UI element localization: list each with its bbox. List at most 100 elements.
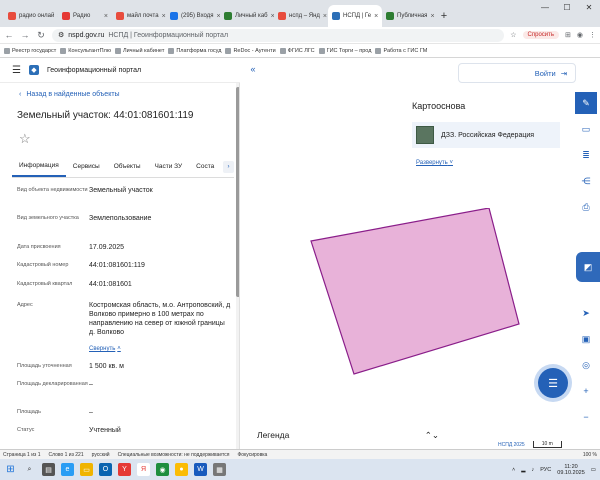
status-focus[interactable]: Фокусировка: [237, 452, 267, 458]
notifications-icon[interactable]: ▭: [591, 467, 596, 473]
input-language[interactable]: РУС: [540, 467, 551, 473]
network-icon[interactable]: ▂: [521, 467, 525, 473]
tab-services[interactable]: Сервисы: [66, 156, 107, 177]
edge-browser-icon[interactable]: e: [61, 463, 74, 476]
forward-arrow-icon[interactable]: →: [20, 30, 30, 40]
field-value: Костромская область, м.о. Антроповский, …: [89, 302, 231, 336]
locate-icon[interactable]: ➤: [575, 302, 597, 324]
task-view-icon[interactable]: ▤: [42, 463, 55, 476]
new-tab-icon[interactable]: +: [436, 5, 452, 27]
back-to-results-link[interactable]: ‹ Назад в найденные объекты: [19, 91, 120, 98]
url-page-title: НСПД | Геоинформационный портал: [108, 31, 229, 39]
field-value: Земельный участок: [89, 187, 153, 194]
field-label: Статус: [17, 427, 35, 433]
status-zoom[interactable]: 100 %: [583, 452, 597, 458]
menu-icon[interactable]: ⋮: [589, 31, 596, 39]
bookmark-item[interactable]: Реестр государст: [4, 47, 56, 54]
ruler-icon[interactable]: ▭: [575, 118, 597, 140]
url-field[interactable]: ⚙ nspd.gov.ru НСПД | Геоинформационный п…: [52, 28, 505, 42]
minimap-icon[interactable]: ▣: [575, 328, 597, 350]
basemap-option[interactable]: ДЗЗ. Российская Федерация: [412, 122, 560, 148]
scale-label: 10 m: [532, 441, 562, 448]
browser-tab[interactable]: Личный каб ×: [220, 5, 274, 27]
zoom-in-icon[interactable]: +: [575, 380, 597, 402]
bookmark-item[interactable]: Личный кабинет: [114, 47, 164, 54]
login-button[interactable]: Войти ⇥: [458, 63, 576, 83]
expand-basemaps-link[interactable]: Развернуть ˅: [416, 160, 453, 166]
reload-icon[interactable]: ↻: [36, 30, 46, 41]
extensions-icon[interactable]: ⊞: [565, 31, 571, 39]
browser-tab[interactable]: Публичная ×: [382, 5, 436, 27]
close-icon[interactable]: ✕: [578, 0, 600, 16]
layers-icon[interactable]: ≣: [575, 144, 597, 166]
bookmark-item[interactable]: Платформа госуд: [168, 47, 221, 54]
chat-icon[interactable]: ☰: [538, 368, 568, 398]
print-icon[interactable]: ⎙: [575, 196, 597, 218]
browser-tab[interactable]: (295) Входя ×: [166, 5, 220, 27]
tab-close-icon[interactable]: ×: [374, 13, 378, 20]
tab-information[interactable]: Информация: [12, 156, 66, 177]
edit-tool-icon[interactable]: ✎: [575, 92, 597, 114]
bookmark-favicon-icon: [114, 47, 121, 54]
tab-objects[interactable]: Объекты: [107, 156, 148, 177]
tab-parts[interactable]: Части ЗУ: [148, 156, 190, 177]
ask-button[interactable]: Спросить: [522, 31, 560, 39]
bookmark-label: Работа с ГИС ГМ: [383, 47, 428, 54]
tab-composition[interactable]: Соста: [189, 156, 221, 177]
site-info-icon[interactable]: ⚙: [58, 31, 64, 39]
maximize-icon[interactable]: ☐: [556, 0, 578, 16]
tab-favicon-icon: [62, 12, 70, 20]
right-toolbar-bottom: ➤ ▣ ◎ + −: [574, 302, 598, 432]
search-location-icon[interactable]: ◎: [575, 354, 597, 376]
zoom-out-icon[interactable]: −: [575, 406, 597, 428]
outlook-icon[interactable]: O: [99, 463, 112, 476]
gosuslugi-badge-icon[interactable]: ◩: [576, 252, 600, 282]
windows-taskbar: ⊞ ⌕ ▤ e ▭ O Y Я ◉ ● W ▦ ˄ ▂ ♪ РУС 11:20 …: [0, 459, 600, 480]
bookmark-item[interactable]: КонсультантПлю: [60, 47, 111, 54]
land-parcel-polygon[interactable]: [310, 208, 520, 378]
tray-chevron-icon[interactable]: ˄: [512, 467, 515, 473]
share-icon[interactable]: ⋲: [575, 170, 597, 192]
field-value: 1 500 кв. м: [89, 363, 124, 370]
tab-close-icon[interactable]: ×: [430, 13, 434, 20]
browser-tab[interactable]: майл почта ×: [112, 5, 166, 27]
collapse-link[interactable]: Свернуть: [89, 346, 115, 352]
collapse-panel-icon[interactable]: «: [246, 62, 260, 76]
yandex-icon[interactable]: Я: [137, 463, 150, 476]
word-icon[interactable]: W: [194, 463, 207, 476]
file-explorer-icon[interactable]: ▭: [80, 463, 93, 476]
windows-start-icon[interactable]: ⊞: [4, 463, 17, 476]
profile-icon[interactable]: ◉: [577, 31, 583, 39]
bookmark-item[interactable]: ReDoc - Аутенти: [225, 47, 276, 54]
bookmark-item[interactable]: ГИС Торги – прод: [318, 47, 371, 54]
yandex-browser-icon[interactable]: Y: [118, 463, 131, 476]
back-arrow-icon[interactable]: ←: [4, 30, 14, 40]
legend-dropdown[interactable]: Легенда ⌃⌄: [248, 424, 448, 446]
chevron-up-icon[interactable]: ˄: [117, 346, 121, 352]
tabs-scroll-right-icon[interactable]: ›: [223, 160, 234, 173]
field-label: Площадь: [17, 409, 41, 415]
tab-close-icon[interactable]: ×: [323, 13, 327, 20]
favorite-star-icon[interactable]: ☆: [19, 131, 31, 147]
field-label: Дата присвоения: [17, 244, 61, 250]
hamburger-menu-icon[interactable]: ☰: [12, 65, 21, 76]
field-row: Вид земельного участка Землепользование: [17, 214, 232, 223]
browser-tab[interactable]: нспд – Янд ×: [274, 5, 328, 27]
browser-tab[interactable]: НСПД | Ге ×: [328, 5, 382, 27]
address-bar: ← → ↻ ⚙ nspd.gov.ru НСПД | Геоинформацио…: [0, 27, 600, 44]
browser-tab[interactable]: Радио ×: [58, 5, 112, 27]
search-icon[interactable]: ⌕: [23, 463, 36, 476]
app-green-icon[interactable]: ◉: [156, 463, 169, 476]
volume-icon[interactable]: ♪: [532, 467, 535, 473]
tab-close-icon[interactable]: ×: [104, 13, 108, 20]
status-accessibility: Специальные возможности: не поддерживает…: [117, 451, 230, 458]
bookmark-star-icon[interactable]: ☆: [510, 31, 516, 39]
browser-tab[interactable]: радио онлай×: [4, 5, 58, 27]
app-icon[interactable]: ▦: [213, 463, 226, 476]
bookmark-item[interactable]: ФГИС ЛГС: [279, 47, 315, 54]
chrome-icon[interactable]: ●: [175, 463, 188, 476]
clock[interactable]: 11:20 09.10.2025: [557, 464, 585, 476]
bookmark-item[interactable]: Работа с ГИС ГМ: [375, 47, 428, 54]
minimize-icon[interactable]: —: [534, 0, 556, 16]
field-value: Землепользование: [89, 215, 152, 222]
